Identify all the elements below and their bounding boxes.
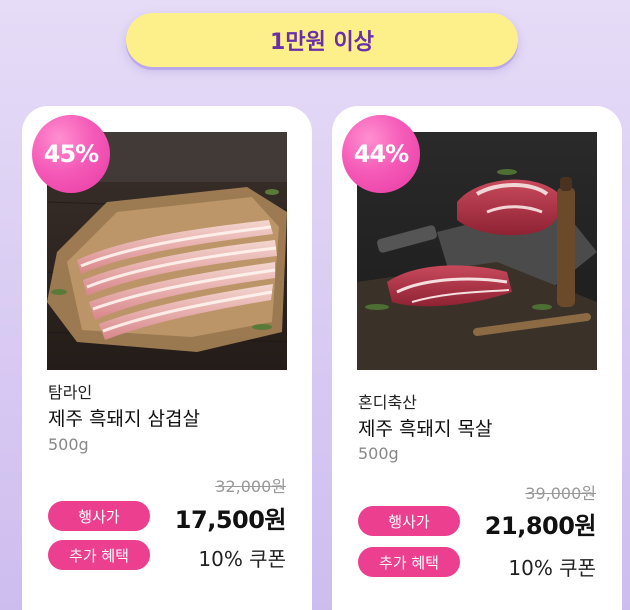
sale-price: 21,800원 — [484, 512, 597, 540]
product-weight: 500g — [358, 444, 399, 463]
section-title-pill: 1만원 이상 — [126, 13, 518, 67]
discount-badge: 45% — [32, 115, 110, 193]
sale-price: 17,500원 — [174, 506, 287, 534]
product-name[interactable]: 제주 흑돼지 목살 — [358, 414, 492, 441]
sale-price-label: 행사가 — [48, 501, 150, 531]
product-card[interactable]: 44% 혼디축산 제주 흑돼지 목살 500g 39,000원 행사가 21,8… — [332, 106, 622, 610]
product-weight: 500g — [48, 435, 89, 454]
product-card[interactable]: 45% 탐라인 제주 흑돼지 삼겹살 500g 32,000원 행사가 17,5… — [22, 106, 312, 610]
extra-benefit-label: 추가 혜택 — [358, 547, 460, 577]
extra-benefit-label: 추가 혜택 — [48, 540, 150, 570]
product-brand: 탐라인 — [48, 383, 93, 402]
product-brand: 혼디축산 — [358, 393, 417, 412]
coupon-value: 10% 쿠폰 — [198, 547, 286, 571]
product-name[interactable]: 제주 흑돼지 삼겹살 — [48, 404, 200, 431]
sale-price-label: 행사가 — [358, 506, 460, 536]
original-price: 32,000원 — [215, 477, 286, 496]
discount-badge: 44% — [342, 115, 420, 193]
coupon-value: 10% 쿠폰 — [508, 556, 596, 580]
original-price: 39,000원 — [525, 484, 596, 503]
